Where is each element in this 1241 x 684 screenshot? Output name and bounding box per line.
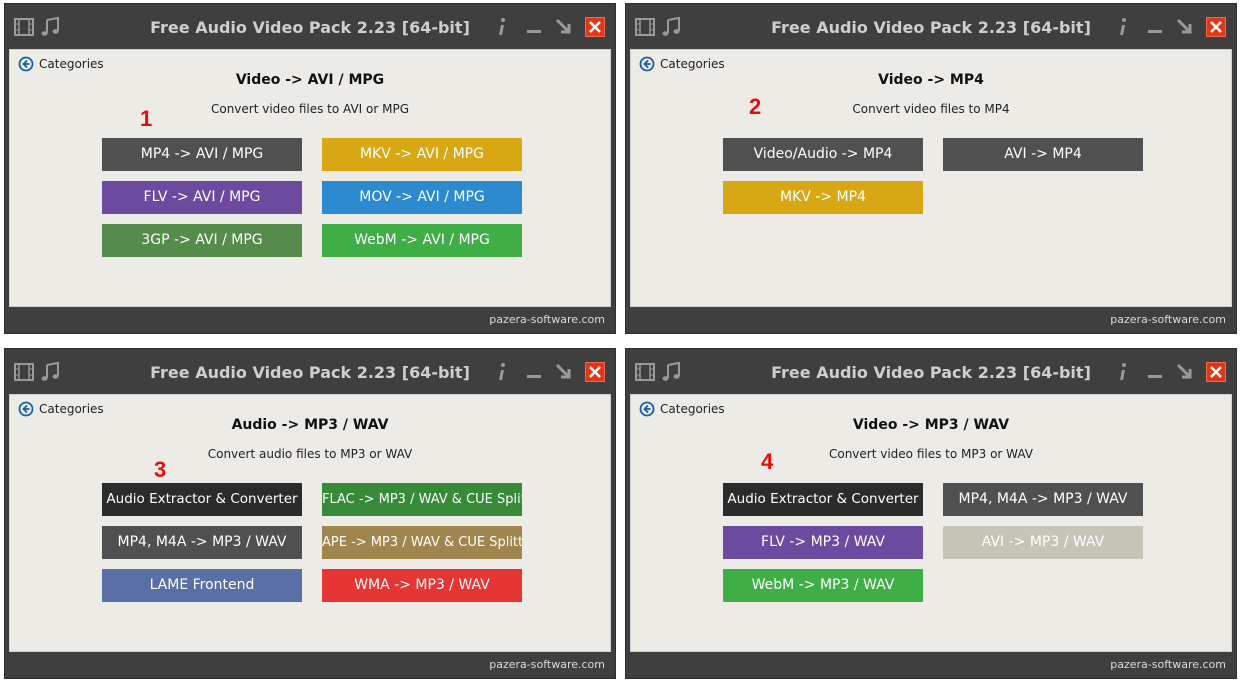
converter-button[interactable]: APE -> MP3 / WAV & CUE Splitter xyxy=(322,526,522,559)
page-subheading: Convert audio files to MP3 or WAV xyxy=(207,447,413,461)
back-arrow-icon xyxy=(18,401,34,417)
converter-button[interactable]: FLV -> AVI / MPG xyxy=(102,181,302,214)
converter-button[interactable]: 3GP -> AVI / MPG xyxy=(102,224,302,257)
converter-button[interactable]: MP4, M4A -> MP3 / WAV xyxy=(102,526,302,559)
converter-button[interactable]: Video/Audio -> MP4 xyxy=(723,138,923,171)
converter-button[interactable]: AVI -> MP3 / WAV xyxy=(943,526,1143,559)
tray-arrow-icon[interactable] xyxy=(553,16,575,38)
close-icon xyxy=(1210,366,1222,378)
website-label: pazera-software.com xyxy=(489,313,605,326)
status-bar: pazera-software.com xyxy=(626,307,1236,333)
page-heading: Audio -> MP3 / WAV xyxy=(231,417,389,433)
converter-button[interactable]: MKV -> AVI / MPG xyxy=(322,138,522,171)
categories-back-link[interactable]: Categories xyxy=(639,401,725,417)
minimize-icon[interactable] xyxy=(1144,361,1166,383)
page-heading: Video -> MP3 / WAV xyxy=(852,417,1010,433)
status-bar: pazera-software.com xyxy=(626,652,1236,678)
converter-button[interactable]: WebM -> AVI / MPG xyxy=(322,224,522,257)
categories-label: Categories xyxy=(660,402,725,416)
tray-arrow-icon[interactable] xyxy=(1174,361,1196,383)
info-icon[interactable] xyxy=(1112,361,1134,383)
categories-label: Categories xyxy=(660,57,725,71)
converter-button[interactable]: FLAC -> MP3 / WAV & CUE Splitter xyxy=(322,483,522,516)
page-heading: Video -> MP4 xyxy=(878,72,984,88)
converter-button[interactable]: Audio Extractor & Converter xyxy=(723,483,923,516)
close-icon xyxy=(589,366,601,378)
categories-back-link[interactable]: Categories xyxy=(639,56,725,72)
info-icon[interactable] xyxy=(491,16,513,38)
close-icon xyxy=(589,21,601,33)
converter-button[interactable]: MOV -> AVI / MPG xyxy=(322,181,522,214)
minimize-icon[interactable] xyxy=(1144,16,1166,38)
status-bar: pazera-software.com xyxy=(5,307,615,333)
converter-button[interactable]: FLV -> MP3 / WAV xyxy=(723,526,923,559)
categories-label: Categories xyxy=(39,402,104,416)
content-panel: Categories Video -> MP3 / WAV Convert vi… xyxy=(630,394,1232,652)
title-bar: Free Audio Video Pack 2.23 [64-bit] xyxy=(5,349,615,394)
website-label: pazera-software.com xyxy=(1110,658,1226,671)
minimize-icon[interactable] xyxy=(523,16,545,38)
info-icon[interactable] xyxy=(491,361,513,383)
step-number: 4 xyxy=(761,449,774,474)
converter-button[interactable]: MP4 -> AVI / MPG xyxy=(102,138,302,171)
title-bar: Free Audio Video Pack 2.23 [64-bit] xyxy=(626,4,1236,49)
app-window-2: Free Audio Video Pack 2.23 [64-bit] Cate… xyxy=(625,3,1237,334)
step-number: 3 xyxy=(154,457,167,482)
back-arrow-icon xyxy=(639,401,655,417)
converter-button[interactable]: MKV -> MP4 xyxy=(723,181,923,214)
app-window-3: Free Audio Video Pack 2.23 [64-bit] Cate… xyxy=(4,348,616,679)
converter-button[interactable]: MP4, M4A -> MP3 / WAV xyxy=(943,483,1143,516)
info-icon[interactable] xyxy=(1112,16,1134,38)
step-number: 1 xyxy=(140,106,153,131)
close-button[interactable] xyxy=(585,17,605,37)
converter-button[interactable]: LAME Frontend xyxy=(102,569,302,602)
page-subheading: Convert video files to MP3 or WAV xyxy=(828,447,1034,461)
content-panel: Categories Video -> MP4 Convert video fi… xyxy=(630,49,1232,307)
content-panel: Categories Video -> AVI / MPG Convert vi… xyxy=(9,49,611,307)
back-arrow-icon xyxy=(639,56,655,72)
website-label: pazera-software.com xyxy=(1110,313,1226,326)
step-number: 2 xyxy=(749,94,762,119)
status-bar: pazera-software.com xyxy=(5,652,615,678)
page-subheading: Convert video files to AVI or MPG xyxy=(210,102,410,116)
categories-label: Categories xyxy=(39,57,104,71)
tray-arrow-icon[interactable] xyxy=(553,361,575,383)
website-label: pazera-software.com xyxy=(489,658,605,671)
categories-back-link[interactable]: Categories xyxy=(18,401,104,417)
app-window-1: Free Audio Video Pack 2.23 [64-bit] Cate… xyxy=(4,3,616,334)
close-button[interactable] xyxy=(1206,17,1226,37)
categories-back-link[interactable]: Categories xyxy=(18,56,104,72)
close-icon xyxy=(1210,21,1222,33)
page-subheading: Convert video files to MP4 xyxy=(852,102,1010,116)
converter-button[interactable]: AVI -> MP4 xyxy=(943,138,1143,171)
converter-button[interactable]: WMA -> MP3 / WAV xyxy=(322,569,522,602)
tray-arrow-icon[interactable] xyxy=(1174,16,1196,38)
converter-button[interactable]: WebM -> MP3 / WAV xyxy=(723,569,923,602)
minimize-icon[interactable] xyxy=(523,361,545,383)
app-window-4: Free Audio Video Pack 2.23 [64-bit] Cate… xyxy=(625,348,1237,679)
close-button[interactable] xyxy=(585,362,605,382)
close-button[interactable] xyxy=(1206,362,1226,382)
title-bar: Free Audio Video Pack 2.23 [64-bit] xyxy=(626,349,1236,394)
page-heading: Video -> AVI / MPG xyxy=(235,72,385,88)
converter-button[interactable]: Audio Extractor & Converter xyxy=(102,483,302,516)
content-panel: Categories Audio -> MP3 / WAV Convert au… xyxy=(9,394,611,652)
title-bar: Free Audio Video Pack 2.23 [64-bit] xyxy=(5,4,615,49)
back-arrow-icon xyxy=(18,56,34,72)
